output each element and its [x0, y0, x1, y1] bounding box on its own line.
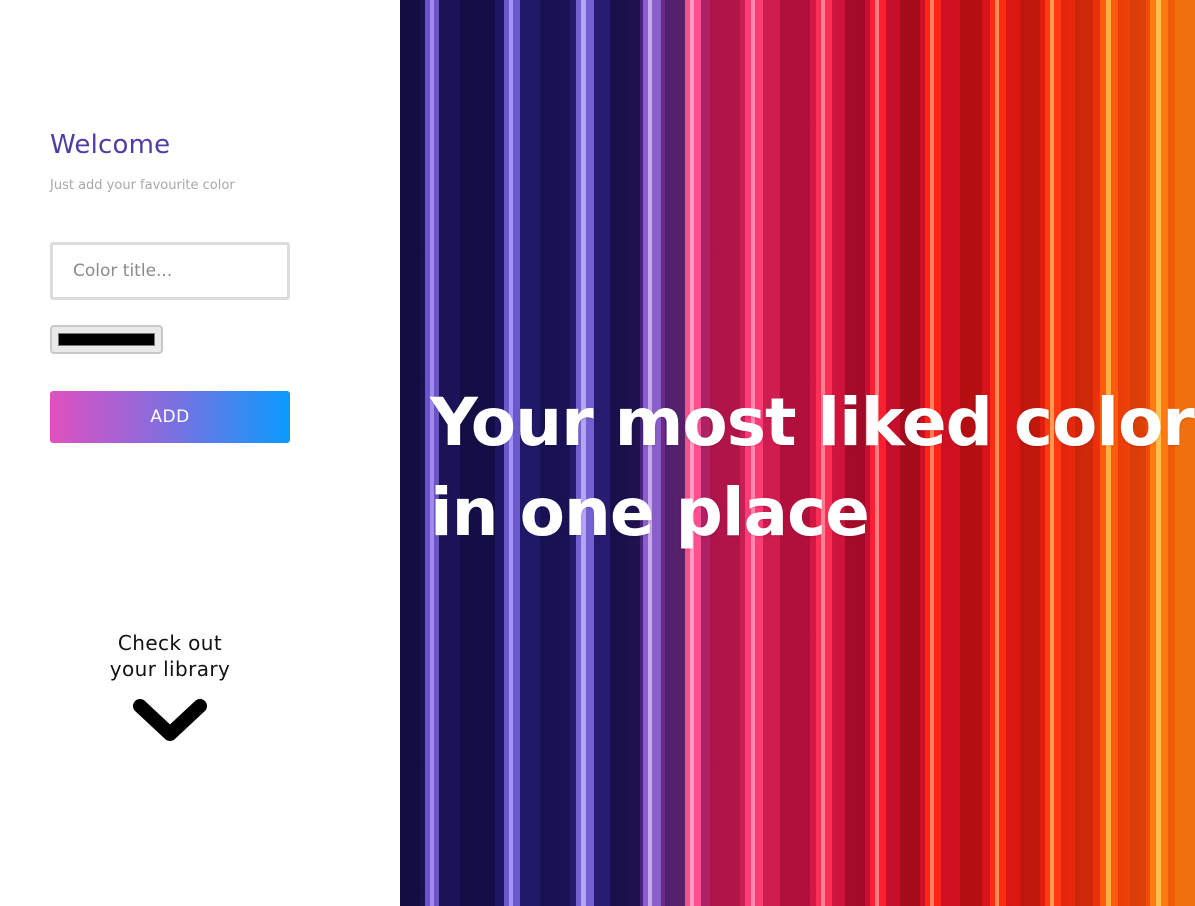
add-button[interactable]: ADD — [50, 391, 290, 443]
welcome-title: Welcome — [50, 130, 171, 160]
add-color-panel: Welcome Just add your favourite color AD… — [0, 0, 400, 906]
welcome-subtitle: Just add your favourite color — [50, 178, 235, 193]
hero-banner: Your most liked colors in one place — [400, 0, 1195, 906]
library-link-line1: Check out — [117, 631, 223, 655]
color-picker[interactable] — [50, 325, 163, 354]
hero-headline-line2: in one place — [430, 474, 870, 551]
color-title-input[interactable] — [50, 242, 290, 300]
chevron-down-icon[interactable] — [130, 696, 210, 748]
hero-headline-line1: Your most liked colors — [430, 384, 1195, 461]
library-link-line2: your library — [109, 657, 231, 681]
app-page: Welcome Just add your favourite color AD… — [0, 0, 1195, 906]
hero-headline: Your most liked colors in one place — [430, 378, 1195, 558]
color-swatch — [58, 333, 155, 346]
library-link[interactable]: Check out your library — [70, 630, 270, 748]
